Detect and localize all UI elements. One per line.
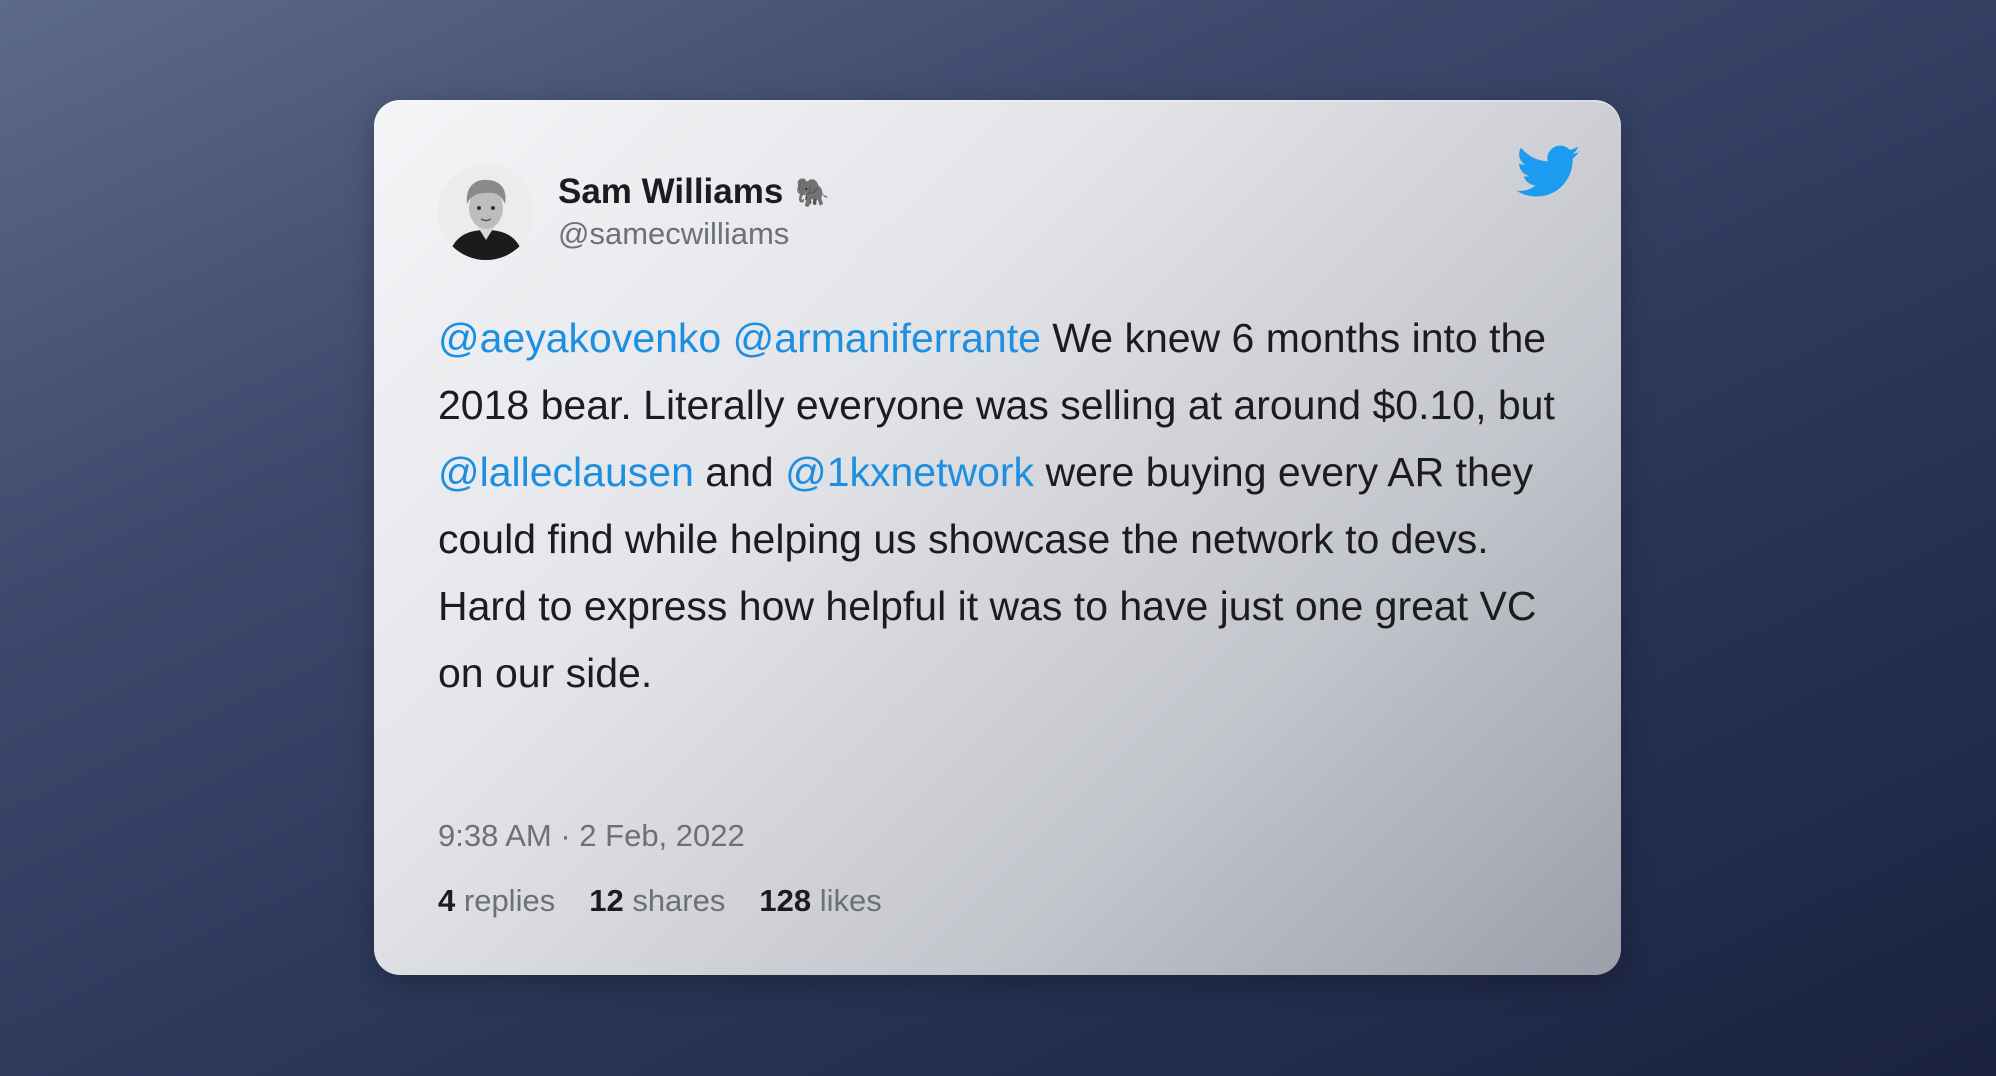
tweet-text-part: Hard to express how helpful it was to ha… [438,583,1537,696]
author-name[interactable]: Sam Williams [558,172,783,212]
shares-count: 12 [589,883,624,918]
mention-link[interactable]: @armaniferrante [733,315,1041,361]
likes-count: 128 [759,883,812,918]
tweet-text-part: and [693,449,786,495]
tweet-timestamp[interactable]: 9:38 AM · 2 Feb, 2022 [438,818,745,854]
shares-stat[interactable]: 12 shares [589,883,725,919]
tweet-stats: 4 replies 12 shares 128 likes [438,883,882,919]
replies-stat[interactable]: 4 replies [438,883,555,919]
likes-label: likes [819,883,882,918]
elephant-emoji-icon: 🐘 [795,176,831,208]
author-handle[interactable]: @samecwilliams [558,216,789,252]
likes-stat[interactable]: 128 likes [759,883,881,919]
replies-count: 4 [438,883,456,918]
replies-label: replies [463,883,556,918]
avatar-photo [438,164,534,260]
mention-link[interactable]: @aeyakovenko [438,315,721,361]
tweet-text: @aeyakovenko @armaniferrante We knew 6 m… [438,305,1568,707]
avatar[interactable] [438,164,534,260]
shares-label: shares [632,883,726,918]
tweet-card: Sam Williams 🐘 @samecwilliams @aeyakoven… [374,100,1621,975]
mention-link[interactable]: @lalleclausen [438,449,694,495]
mention-link[interactable]: @1kxnetwork [785,449,1034,495]
twitter-bird-icon[interactable] [1517,144,1581,200]
author-name-row: Sam Williams 🐘 [558,172,830,212]
